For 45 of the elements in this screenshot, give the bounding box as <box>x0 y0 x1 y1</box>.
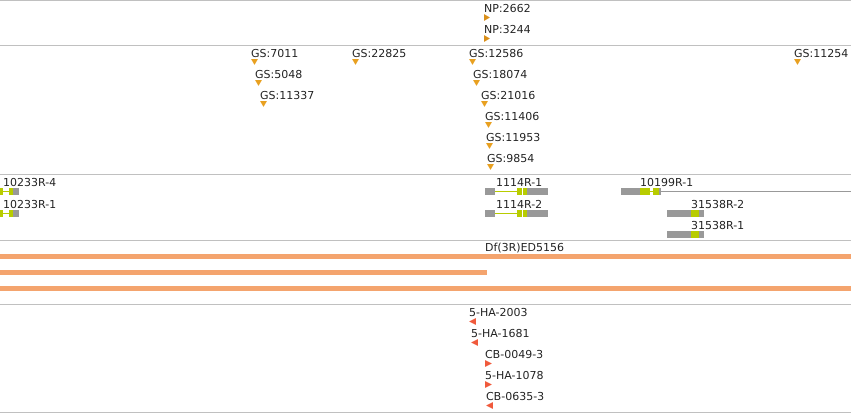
down-triangle-icon <box>251 59 258 66</box>
feature-label: GS:12586 <box>469 47 524 60</box>
transcript-label: 31538R-1 <box>691 219 744 232</box>
feature-label: GS:7011 <box>251 47 298 60</box>
gene-model-drawing <box>0 210 19 216</box>
feature-label: 5-HA-1078 <box>485 369 544 382</box>
down-triangle-icon <box>352 59 359 66</box>
gene-model-drawing <box>667 210 704 216</box>
down-triangle-icon <box>485 122 492 129</box>
down-triangle-icon <box>486 143 493 150</box>
down-triangle-icon <box>255 80 262 87</box>
gene-model-drawing <box>485 188 548 195</box>
down-triangle-icon <box>473 80 480 87</box>
feature-label: CB-0635-3 <box>486 390 544 403</box>
feature-label: NP:3244 <box>484 23 531 36</box>
feature-label: NP:2662 <box>484 2 531 15</box>
down-triangle-icon <box>481 101 488 108</box>
feature-label: GS:9854 <box>487 152 534 165</box>
down-triangle-icon <box>794 59 801 66</box>
transcript-label: 10233R-1 <box>3 198 56 210</box>
transcript-label: 31538R-2 <box>691 198 744 210</box>
gene-model-drawing <box>667 231 704 238</box>
transcript-label: 1114R-2 <box>496 198 542 210</box>
gene-model-drawing <box>485 210 548 216</box>
right-triangle-icon <box>484 35 491 42</box>
feature-label: 5-HA-2003 <box>469 306 528 319</box>
transcript-label: 10233R-4 <box>3 176 56 189</box>
down-triangle-icon <box>487 164 494 171</box>
feature-label: GS:22825 <box>352 47 406 60</box>
feature-label: GS:18074 <box>473 68 528 81</box>
down-triangle-icon <box>260 101 267 108</box>
deficiency-label: Df(3R)ED5156 <box>485 241 564 254</box>
feature-label: 5-HA-1681 <box>471 327 530 340</box>
feature-label: GS:11254 <box>794 47 848 60</box>
transcript-label: 10199R-1 <box>640 176 694 189</box>
right-triangle-icon <box>484 14 491 21</box>
feature-label: GS:11953 <box>486 131 540 144</box>
feature-label: GS:5048 <box>255 68 302 81</box>
down-triangle-icon <box>469 59 476 66</box>
gene-model-drawing <box>0 188 19 195</box>
feature-label: CB-0049-3 <box>485 348 544 361</box>
feature-label: GS:11406 <box>485 110 540 123</box>
feature-label: GS:21016 <box>481 89 536 102</box>
transcript-label: 1114R-1 <box>496 176 542 189</box>
feature-label: GS:11337 <box>260 89 314 102</box>
